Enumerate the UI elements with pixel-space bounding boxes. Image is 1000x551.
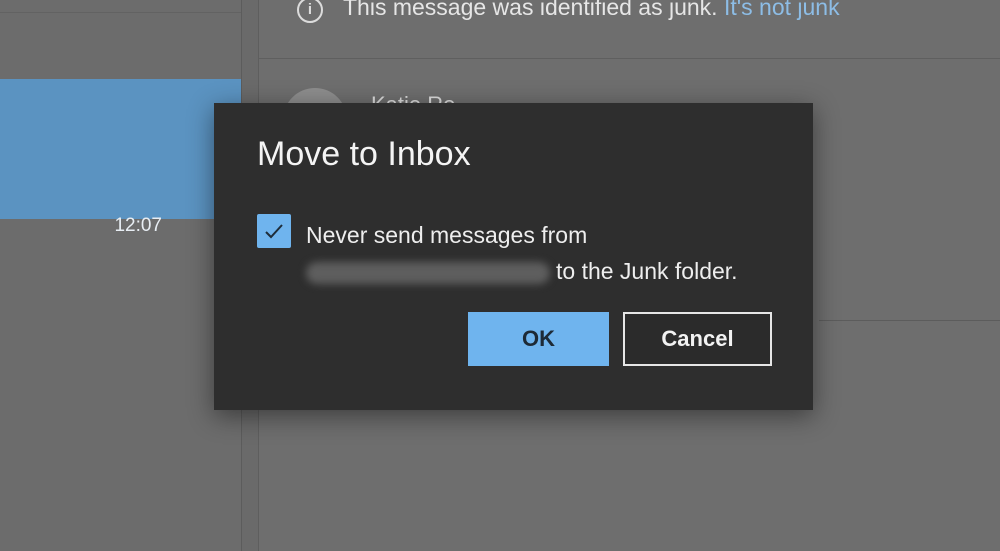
checkbox-label-line1: Never send messages from — [306, 222, 588, 248]
redacted-email — [306, 261, 550, 284]
junk-banner: i This message was identified as junk. I… — [259, 0, 1000, 59]
message-list-item-selected[interactable]: 12:07 — [0, 79, 241, 236]
never-junk-checkbox[interactable] — [257, 214, 291, 248]
move-to-inbox-dialog: Move to Inbox Never send messages from t… — [214, 103, 813, 410]
checkmark-icon — [265, 224, 283, 239]
info-icon: i — [297, 0, 323, 23]
ok-button[interactable]: OK — [468, 312, 609, 366]
checkbox-label-line2: to the Junk folder. — [306, 253, 738, 289]
cancel-button[interactable]: Cancel — [623, 312, 772, 366]
junk-banner-text: This message was identified as junk. It'… — [343, 0, 840, 21]
not-junk-link[interactable]: It's not junk — [724, 0, 840, 20]
checkbox-label: Never send messages from to the Junk fol… — [306, 217, 738, 289]
message-list-pane: 12:07 — [0, 0, 242, 551]
junk-banner-message: This message was identified as junk. — [343, 0, 718, 20]
divider — [819, 320, 1000, 321]
divider — [0, 12, 241, 13]
checkbox-label-suffix: to the Junk folder. — [556, 258, 738, 284]
dialog-title: Move to Inbox — [257, 135, 471, 173]
message-time: 12:07 — [114, 215, 162, 236]
